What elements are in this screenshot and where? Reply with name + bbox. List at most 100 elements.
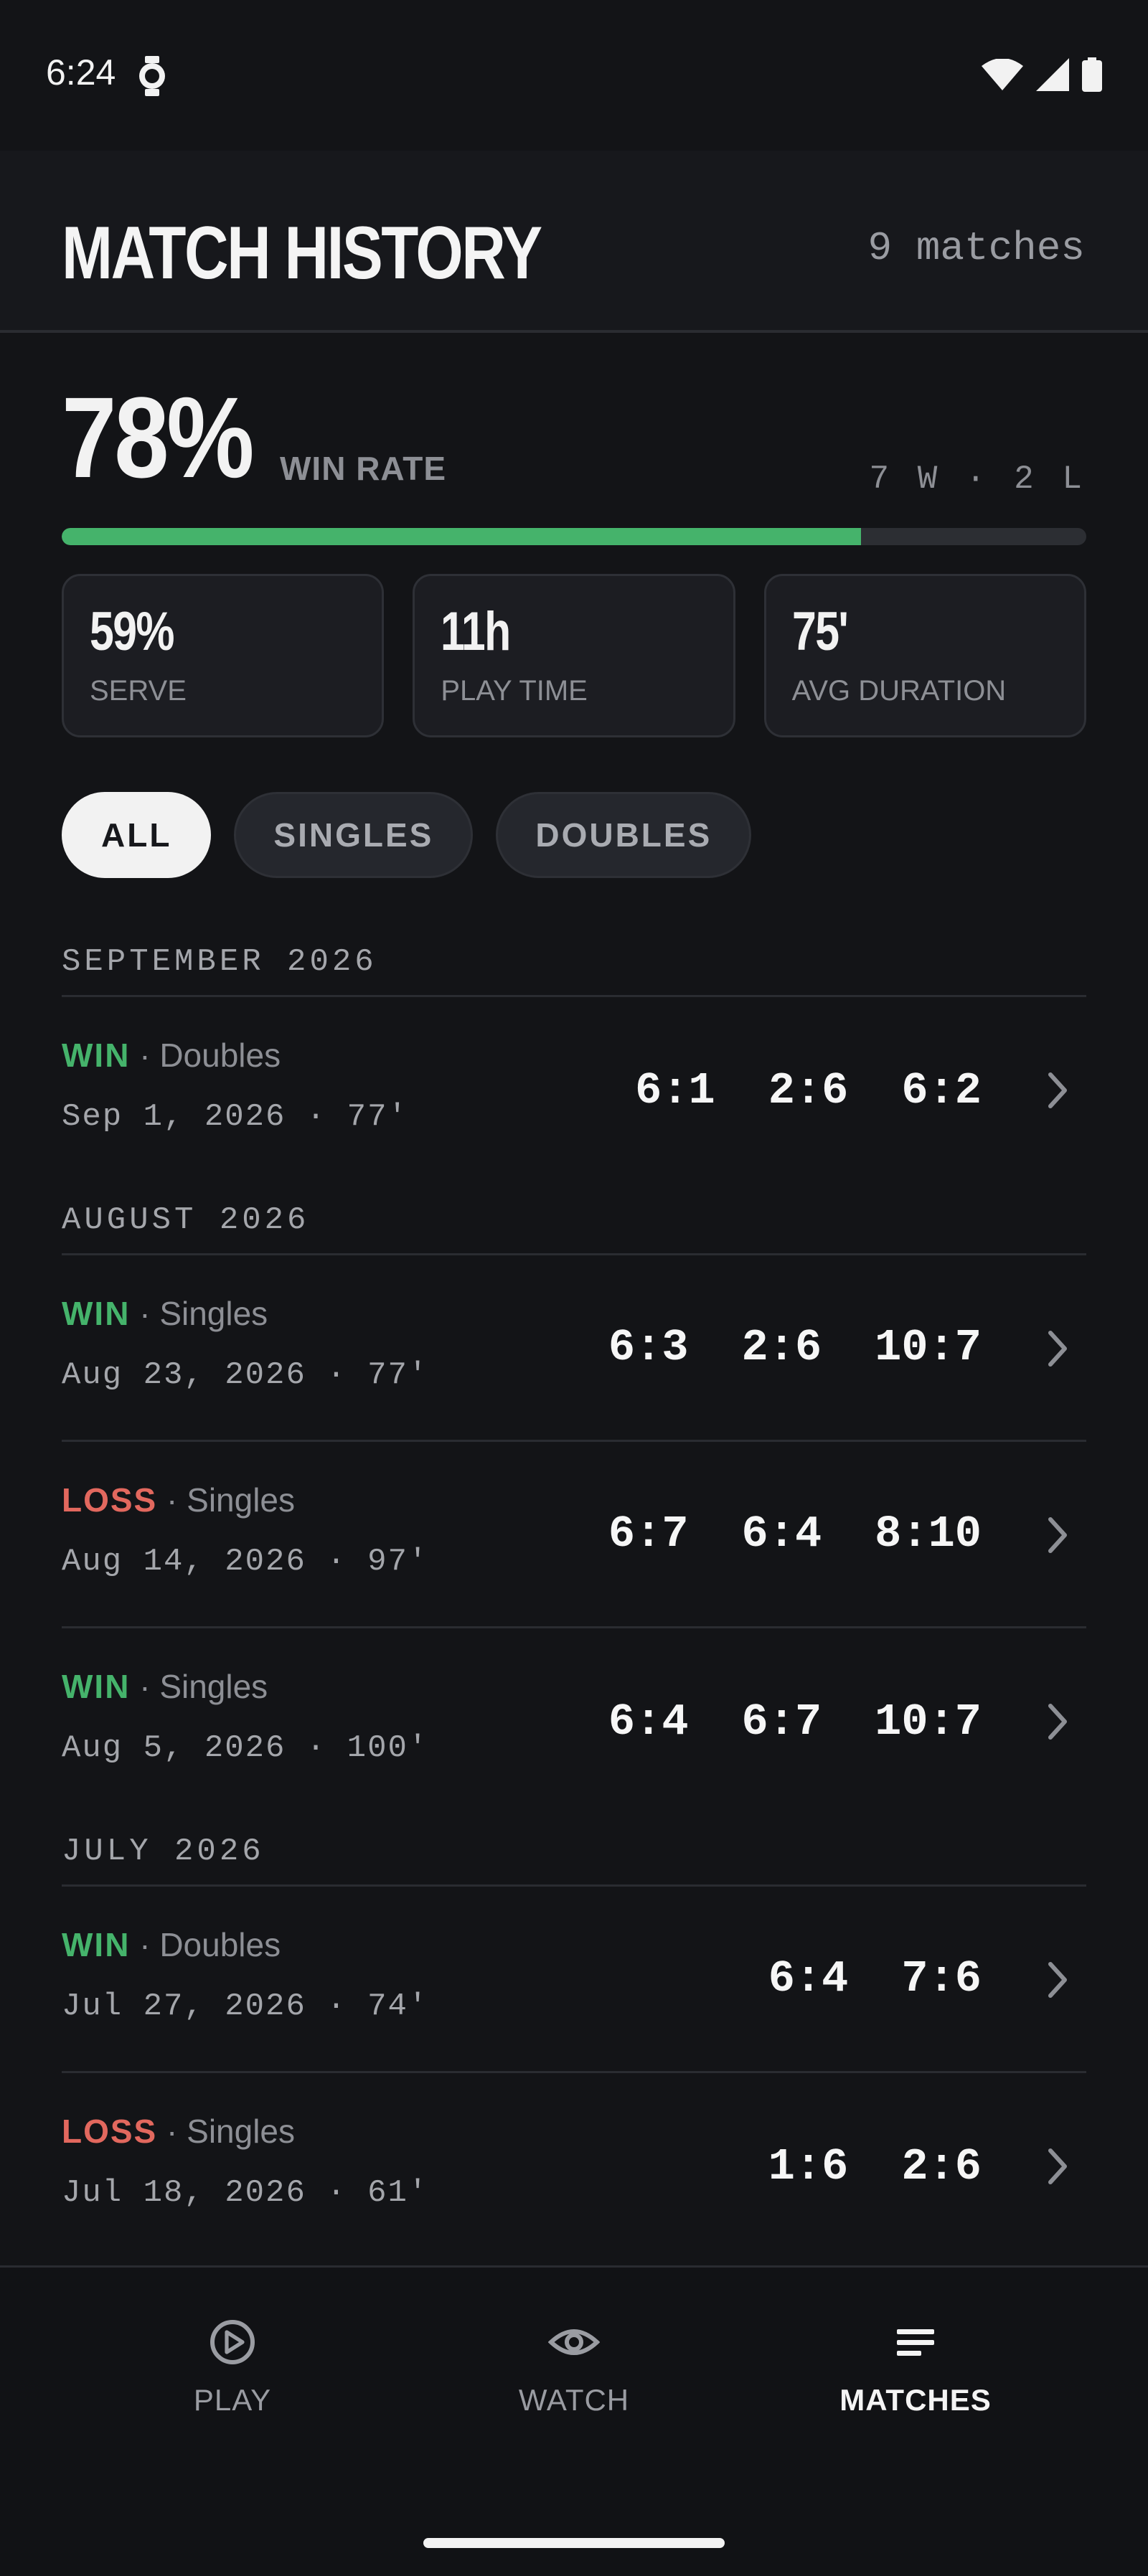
chevron-right-icon: [1043, 1070, 1072, 1114]
chevron-right-icon: [1043, 1960, 1072, 2004]
match-type: Singles: [187, 1481, 296, 1519]
win-rate-bar: [62, 528, 1086, 545]
set-score: 6:1: [635, 1065, 715, 1116]
nav-watch-label: WATCH: [518, 2383, 630, 2417]
list-icon: [772, 2318, 1059, 2370]
chevron-right-icon: [1043, 1515, 1072, 1559]
match-result-line: LOSS · Singles: [62, 2112, 295, 2151]
match-sets: 6:3 2:6 10:7: [608, 1255, 982, 1440]
filter-doubles[interactable]: DOUBLES: [496, 792, 752, 878]
win-loss-record: 7 W · 2 L: [869, 461, 1086, 498]
match-row[interactable]: LOSS · Singles Jul 18, 2026 · 61' 1:6 2:6: [62, 2073, 1086, 2260]
match-date: Jul 18, 2026 · 61': [62, 2175, 429, 2211]
separator-dot: ·: [157, 2113, 187, 2150]
filter-singles[interactable]: SINGLES: [234, 792, 474, 878]
set-score: 1:6: [768, 2141, 849, 2192]
set-score: 2:6: [768, 1065, 849, 1116]
nav-watch[interactable]: WATCH: [430, 2318, 718, 2417]
separator-dot: ·: [130, 1926, 160, 1963]
battery-icon: [1082, 57, 1102, 95]
match-date: Jul 27, 2026 · 74': [62, 1988, 429, 2024]
stat-value: 75': [791, 601, 849, 662]
set-score: 8:10: [875, 1509, 982, 1560]
match-date: Aug 14, 2026 · 97': [62, 1544, 429, 1580]
match-type: Singles: [187, 2113, 296, 2150]
nav-play[interactable]: PLAY: [89, 2318, 376, 2417]
match-row[interactable]: WIN · Singles Aug 5, 2026 · 100' 6:4 6:7 10:…: [62, 1628, 1086, 1815]
stat-label: SERVE: [90, 675, 187, 707]
match-date: Sep 1, 2026 · 77': [62, 1099, 408, 1135]
separator-dot: ·: [130, 1037, 160, 1074]
eye-icon: [430, 2318, 718, 2370]
set-score: 6:3: [608, 1322, 689, 1373]
set-score: 7:6: [901, 1953, 982, 2004]
match-type: Singles: [159, 1668, 268, 1705]
stat-label: PLAY TIME: [441, 675, 588, 707]
win-rate-value: 78%: [62, 373, 255, 501]
status-time: 6:24: [46, 52, 116, 93]
match-sets: 6:7 6:4 8:10: [608, 1442, 982, 1626]
stat-label: AVG DURATION: [791, 675, 1007, 707]
page-title: MATCH HISTORY: [62, 212, 542, 295]
nav-play-label: PLAY: [193, 2383, 272, 2417]
match-result: WIN: [62, 1668, 131, 1705]
chevron-right-icon: [1043, 1702, 1072, 1745]
set-score: 2:6: [901, 2141, 982, 2192]
wifi-icon: [982, 58, 1023, 94]
set-score: 6:4: [741, 1509, 822, 1560]
match-result: LOSS: [62, 1481, 158, 1519]
match-date: Aug 5, 2026 · 100': [62, 1730, 429, 1766]
set-score: 6:4: [768, 1953, 849, 2004]
set-score: 2:6: [741, 1322, 822, 1373]
match-result: WIN: [62, 1295, 131, 1332]
separator-dot: ·: [130, 1668, 160, 1705]
stat-card-play-time: 11h PLAY TIME: [413, 574, 735, 737]
match-result: WIN: [62, 1037, 131, 1074]
match-row[interactable]: LOSS · Singles Aug 14, 2026 · 97' 6:7 6:4 8:…: [62, 1442, 1086, 1628]
match-list: SEPTEMBER 2026 WIN · Doubles Sep 1, 2026 ·…: [62, 925, 1086, 2260]
stat-cards: 59% SERVE 11h PLAY TIME 75' AVG DURATION: [62, 574, 1086, 737]
status-bar: 6:24: [0, 0, 1148, 151]
stat-value: 59%: [90, 601, 175, 662]
match-type: Doubles: [159, 1037, 281, 1074]
match-result: WIN: [62, 1926, 131, 1963]
signal-icon: [1036, 58, 1069, 95]
watch-icon: [136, 56, 168, 100]
stat-card-serve: 59% SERVE: [62, 574, 385, 737]
app-header: MATCH HISTORY 9 matches: [0, 151, 1148, 333]
section-header: AUGUST 2026: [62, 1184, 1086, 1255]
nav-matches-label: MATCHES: [839, 2383, 992, 2417]
set-score: 6:7: [608, 1509, 689, 1560]
match-count: 9 matches: [867, 225, 1085, 271]
match-sets: 6:4 7:6: [768, 1887, 982, 2071]
stat-card-avg-duration: 75' AVG DURATION: [763, 574, 1086, 737]
match-date: Aug 23, 2026 · 77': [62, 1357, 429, 1393]
match-type: Singles: [159, 1295, 268, 1332]
match-result: LOSS: [62, 2113, 158, 2150]
match-row[interactable]: WIN · Doubles Sep 1, 2026 · 77' 6:1 2:6 6:2: [62, 997, 1086, 1184]
match-result-line: WIN · Doubles: [62, 1036, 281, 1075]
chevron-right-icon: [1043, 1329, 1072, 1372]
section-header: SEPTEMBER 2026: [62, 925, 1086, 997]
set-score: 6:2: [901, 1065, 982, 1116]
home-indicator[interactable]: [423, 2538, 725, 2548]
set-score: 10:7: [875, 1322, 982, 1373]
stat-value: 11h: [441, 601, 511, 662]
chevron-right-icon: [1043, 2146, 1072, 2190]
win-rate-label: WIN RATE: [280, 450, 447, 487]
set-score: 10:7: [875, 1696, 982, 1747]
section-header: JULY 2026: [62, 1815, 1086, 1887]
match-type: Doubles: [159, 1926, 281, 1963]
filter-chips: ALL SINGLES DOUBLES: [62, 792, 752, 878]
nav-matches[interactable]: MATCHES: [772, 2318, 1059, 2417]
match-sets: 6:1 2:6 6:2: [635, 997, 982, 1184]
filter-all[interactable]: ALL: [62, 792, 212, 878]
match-result-line: WIN · Singles: [62, 1667, 268, 1706]
match-result-line: WIN · Doubles: [62, 1925, 281, 1964]
match-row[interactable]: WIN · Doubles Jul 27, 2026 · 74' 6:4 7:6: [62, 1887, 1086, 2073]
win-rate-bar-fill: [62, 528, 861, 545]
match-row[interactable]: WIN · Singles Aug 23, 2026 · 77' 6:3 2:6 10:…: [62, 1255, 1086, 1442]
match-sets: 1:6 2:6: [768, 2073, 982, 2260]
match-result-line: LOSS · Singles: [62, 1481, 295, 1519]
separator-dot: ·: [130, 1295, 160, 1332]
